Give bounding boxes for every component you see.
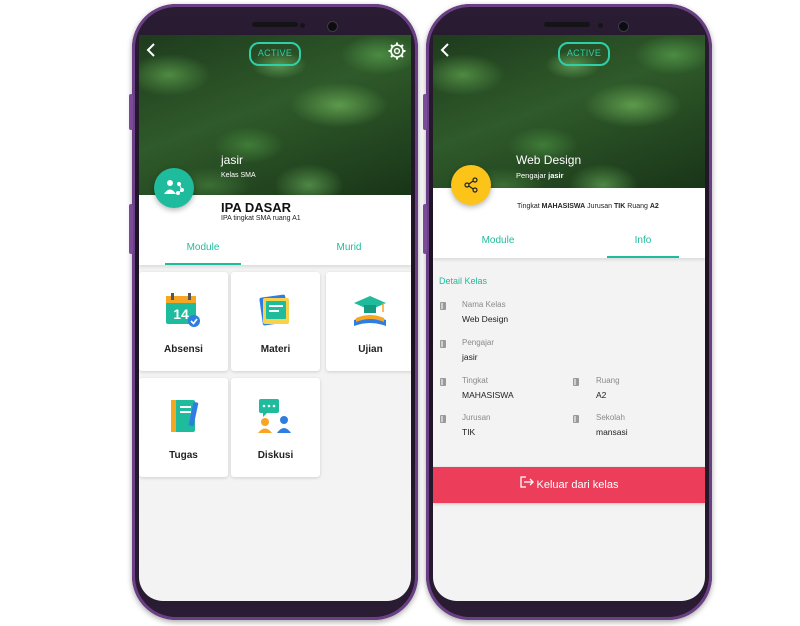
module-tile-tugas[interactable]: Tugas [139, 378, 228, 477]
document-icon [440, 415, 446, 423]
module-label: Materi [260, 344, 291, 355]
field-label: Nama Kelas [462, 300, 506, 309]
field-value: A2 [596, 390, 607, 400]
tab-murid-label: Murid [336, 242, 362, 253]
page-title: IPA DASAR [221, 200, 292, 215]
tab-module[interactable]: Module [165, 235, 241, 265]
teacher-name: jasir [221, 153, 244, 167]
module-tile-materi[interactable]: Materi [231, 272, 320, 371]
earpiece-speaker [252, 22, 298, 27]
volume-button [423, 94, 427, 130]
document-icon [440, 302, 446, 310]
tab-indicator [607, 256, 679, 258]
module-label: Tugas [169, 450, 198, 461]
notebook-icon [163, 396, 203, 436]
chat-people-icon [255, 396, 295, 436]
page-title: Web Design [516, 153, 582, 167]
volume-button [129, 94, 133, 130]
document-icon [573, 378, 579, 386]
document-icon [440, 340, 446, 348]
tab-murid[interactable]: Murid [309, 235, 389, 265]
phone-left: ACTIVE jasir Kelas SMA IPA DASAR IPA tin… [129, 4, 418, 620]
people-share-icon[interactable] [154, 168, 194, 208]
module-tile-absensi[interactable]: 14 Absensi [139, 272, 228, 371]
field-label: Pengajar [462, 338, 495, 347]
module-tile-diskusi[interactable]: Diskusi [231, 378, 320, 477]
front-camera [327, 21, 338, 32]
teacher-name: jasir [548, 171, 564, 180]
teacher-subtitle: Kelas SMA [221, 172, 256, 179]
module-label: Ujian [358, 344, 383, 355]
module-tile-ujian[interactable]: Ujian [326, 272, 411, 371]
logout-icon [519, 467, 534, 503]
status-badge: ACTIVE [558, 42, 610, 66]
status-badge: ACTIVE [249, 42, 301, 66]
tab-module-label: Module [186, 242, 220, 253]
proximity-sensor [300, 23, 305, 28]
svg-text:14: 14 [173, 306, 189, 322]
field-value: jasir [462, 352, 478, 362]
graduation-cap-icon [350, 290, 390, 330]
tab-bar: Module Murid [139, 235, 411, 265]
front-camera [618, 21, 629, 32]
bixby-button [423, 204, 427, 254]
gear-icon[interactable] [388, 42, 406, 65]
field-value: mansasi [596, 427, 628, 437]
field-label: Jurusan [462, 413, 491, 422]
field-value: TIK [462, 427, 476, 437]
document-icon [573, 415, 579, 423]
earpiece-speaker [544, 22, 590, 27]
screen-right: ACTIVE Web Design Pengajar jasir Tingkat… [433, 35, 705, 601]
field-label: Ruang [596, 376, 620, 385]
book-stack-icon [255, 290, 295, 330]
leave-class-button[interactable]: Keluar dari kelas [433, 467, 705, 503]
back-arrow-icon[interactable] [145, 43, 157, 62]
module-label: Diskusi [257, 450, 294, 461]
tab-indicator [165, 263, 241, 265]
proximity-sensor [598, 23, 603, 28]
field-label: Tingkat [462, 376, 488, 385]
field-label: Sekolah [596, 413, 625, 422]
back-arrow-icon[interactable] [439, 43, 451, 62]
bixby-button [129, 204, 133, 254]
module-label: Absensi [164, 344, 203, 355]
tab-info[interactable]: Info [607, 228, 679, 258]
tab-module[interactable]: Module [463, 228, 533, 258]
tab-module-label: Module [481, 235, 515, 246]
screen-left: ACTIVE jasir Kelas SMA IPA DASAR IPA tin… [139, 35, 411, 601]
tab-bar: Module Info [433, 228, 705, 258]
field-value: MAHASISWA [462, 390, 514, 400]
phone-right: ACTIVE Web Design Pengajar jasir Tingkat… [423, 4, 712, 620]
teacher-prefix: Pengajar [516, 171, 547, 180]
share-icon[interactable] [451, 165, 491, 205]
document-icon [440, 378, 446, 386]
calendar-14-icon: 14 [163, 290, 203, 330]
class-meta: Tingkat MAHASISWA Jurusan TIK Ruang A2 [517, 203, 659, 210]
section-title: Detail Kelas [439, 276, 488, 286]
class-subtitle: IPA tingkat SMA ruang A1 [221, 215, 301, 222]
leave-class-label: Keluar dari kelas [536, 479, 619, 491]
tab-info-label: Info [634, 235, 652, 246]
field-value: Web Design [462, 314, 509, 324]
teacher-line: Pengajar jasir [516, 171, 564, 180]
